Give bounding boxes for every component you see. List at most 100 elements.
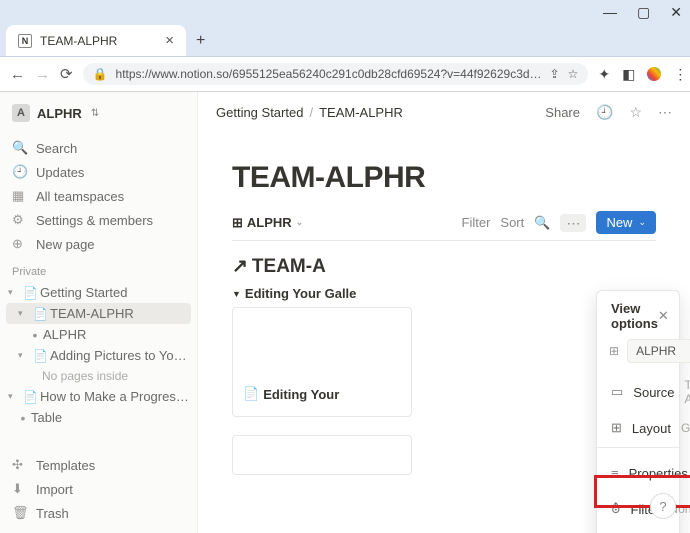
filter-button[interactable]: Filter xyxy=(462,215,491,230)
chevron-down-icon[interactable]: ▾ xyxy=(8,391,20,402)
browser-chrome: — ▢ ✕ N TEAM-ALPHR × + xyxy=(0,0,690,57)
chevron-down-icon[interactable]: ▾ xyxy=(18,350,30,361)
database-toolbar: Filter Sort 🔍 ⋯ New⌄ xyxy=(462,211,656,234)
page-alphr[interactable]: •ALPHR xyxy=(6,324,191,345)
option-properties[interactable]: ≡Properties2 shown› xyxy=(597,452,679,494)
chevron-down-icon[interactable]: ▼ xyxy=(232,289,241,299)
import-icon: ⬇ xyxy=(12,481,28,497)
sidebar: A ALPHR ⇅ 🔍Search 🕘Updates ▦All teamspac… xyxy=(0,92,198,533)
updates-icon[interactable]: 🕘 xyxy=(596,104,613,121)
option-sort[interactable]: ↑↓SortNone› xyxy=(597,524,679,533)
page-icon: 📄 xyxy=(23,286,37,300)
window-maximize[interactable]: ▢ xyxy=(637,4,650,21)
filter-icon: ⛢ xyxy=(611,501,621,517)
forward-button[interactable]: → xyxy=(35,66,50,83)
page-team-alphr[interactable]: ▾📄TEAM-ALPHR xyxy=(6,303,191,324)
breadcrumb[interactable]: Getting Started xyxy=(216,105,303,120)
browser-tab[interactable]: N TEAM-ALPHR × xyxy=(6,25,186,56)
gallery-icon: ⊞ xyxy=(609,344,619,358)
extensions-icon[interactable]: ✦ xyxy=(598,66,610,83)
link-icon: ↗ xyxy=(232,255,248,278)
page-icon: 📄 xyxy=(33,307,47,321)
sidebar-updates[interactable]: 🕘Updates xyxy=(6,160,191,184)
sidebar-settings[interactable]: ⚙Settings & members xyxy=(6,208,191,232)
database-title[interactable]: ↗TEAM-A xyxy=(232,255,656,278)
layout-icon: ⊞ xyxy=(611,420,622,436)
no-pages-label: No pages inside xyxy=(6,366,191,386)
reload-button[interactable]: ⟳ xyxy=(60,65,73,83)
app-icon[interactable]: ◧ xyxy=(622,66,635,83)
chevron-down-icon[interactable]: ⌄ xyxy=(638,217,646,228)
new-button[interactable]: New⌄ xyxy=(596,211,656,234)
breadcrumb[interactable]: TEAM-ALPHR xyxy=(319,105,403,120)
gallery-card[interactable]: 📄Editing Your xyxy=(232,307,412,417)
url-field[interactable]: 🔒 https://www.notion.so/6955125ea56240c2… xyxy=(83,63,589,85)
gallery-icon: ⊞ xyxy=(232,215,243,231)
sidebar-trash[interactable]: 🗑Trash xyxy=(6,501,191,525)
notion-app: A ALPHR ⇅ 🔍Search 🕘Updates ▦All teamspac… xyxy=(0,92,690,533)
view-name-row: ⊞ xyxy=(597,339,679,371)
search-icon[interactable]: 🔍 xyxy=(534,215,550,231)
help-button[interactable]: ? xyxy=(650,493,676,519)
teamspaces-icon: ▦ xyxy=(12,188,28,204)
source-icon: ▭ xyxy=(611,384,623,400)
sidebar-newpage[interactable]: ⊕New page xyxy=(6,232,191,256)
gallery-row: 📄Editing Your xyxy=(232,307,656,417)
chevron-down-icon[interactable]: ▾ xyxy=(18,308,30,319)
lock-icon: 🔒 xyxy=(93,67,108,81)
chrome-menu-icon[interactable]: ⋮ xyxy=(673,66,687,83)
bookmark-icon[interactable]: ☆ xyxy=(568,67,579,81)
breadcrumb-separator: / xyxy=(309,105,313,120)
page-adding-pictures[interactable]: ▾📄Adding Pictures to Yo… xyxy=(6,345,191,366)
gallery-row xyxy=(232,435,656,475)
view-name-input[interactable] xyxy=(627,339,690,363)
view-options-button[interactable]: ⋯ xyxy=(560,214,586,232)
option-source[interactable]: ▭SourceTEAM-ALPHR› xyxy=(597,371,679,413)
chevron-updown-icon: ⇅ xyxy=(91,108,99,119)
close-icon[interactable]: × xyxy=(165,32,174,49)
url-text: https://www.notion.so/6955125ea56240c291… xyxy=(116,67,542,81)
page-icon: 📄 xyxy=(243,386,259,402)
properties-icon: ≡ xyxy=(611,466,619,481)
gallery-card[interactable] xyxy=(232,435,412,475)
trash-icon: 🗑 xyxy=(12,505,28,521)
tab-bar: N TEAM-ALPHR × + xyxy=(0,25,690,56)
window-close[interactable]: ✕ xyxy=(670,4,682,21)
page-table[interactable]: •Table xyxy=(6,407,191,428)
page-title[interactable]: TEAM-ALPHR xyxy=(232,161,656,195)
close-icon[interactable]: ✕ xyxy=(658,308,669,324)
back-button[interactable]: ← xyxy=(10,66,25,83)
chevron-down-icon: ⌄ xyxy=(296,217,304,228)
sidebar-teamspaces[interactable]: ▦All teamspaces xyxy=(6,184,191,208)
chevron-down-icon[interactable]: ▾ xyxy=(8,287,20,298)
sort-button[interactable]: Sort xyxy=(500,215,524,230)
new-tab-button[interactable]: + xyxy=(186,26,215,56)
workspace-switcher[interactable]: A ALPHR ⇅ xyxy=(6,100,191,126)
sidebar-import[interactable]: ⬇Import xyxy=(6,477,191,501)
group-header[interactable]: ▼Editing Your Galle xyxy=(232,286,656,301)
bullet-icon: • xyxy=(30,328,40,342)
private-section-label: Private xyxy=(6,256,191,282)
profile-icon[interactable] xyxy=(647,67,661,81)
sidebar-search[interactable]: 🔍Search xyxy=(6,136,191,160)
chrome-extensions: ✦ ◧ ⋮ xyxy=(598,66,687,83)
more-icon[interactable]: ⋯ xyxy=(658,104,672,121)
window-minimize[interactable]: — xyxy=(603,4,617,21)
page-howto[interactable]: ▾📄How to Make a Progres… xyxy=(6,386,191,407)
option-layout[interactable]: ⊞LayoutGallery› xyxy=(597,413,679,443)
database-view-tab[interactable]: ⊞ ALPHR ⌄ xyxy=(232,215,303,231)
page-getting-started[interactable]: ▾📄Getting Started xyxy=(6,282,191,303)
workspace-name: ALPHR xyxy=(37,106,82,121)
page-icon: 📄 xyxy=(23,390,37,404)
search-icon: 🔍 xyxy=(12,140,28,156)
gear-icon: ⚙ xyxy=(12,212,28,228)
view-options-title: View options xyxy=(611,301,658,331)
plus-circle-icon: ⊕ xyxy=(12,236,28,252)
favorite-icon[interactable]: ☆ xyxy=(629,104,642,121)
share-button[interactable]: Share xyxy=(545,105,580,120)
page-icon: 📄 xyxy=(33,349,47,363)
sidebar-templates[interactable]: ✣Templates xyxy=(6,453,191,477)
main-area: Getting Started / TEAM-ALPHR Share 🕘 ☆ ⋯… xyxy=(198,92,690,533)
notion-favicon: N xyxy=(18,34,32,48)
share-url-icon[interactable]: ⇪ xyxy=(550,67,560,81)
